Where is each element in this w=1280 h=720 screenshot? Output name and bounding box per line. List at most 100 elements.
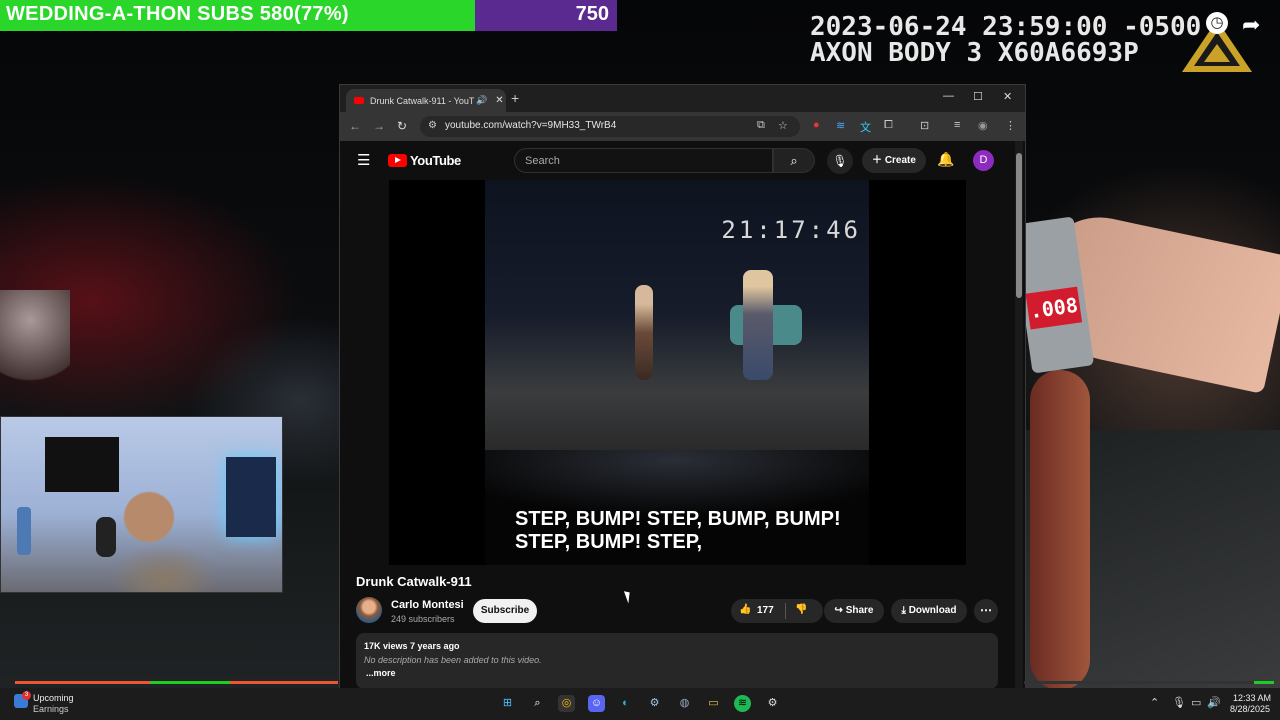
subs-goal-target: 750 xyxy=(575,3,609,25)
browser-menu-icon[interactable]: ⋮ xyxy=(1005,119,1016,132)
create-label: Create xyxy=(884,155,916,166)
caption-line-2: STEP, BUMP! STEP, xyxy=(515,531,703,553)
profile-icon[interactable]: ◉ xyxy=(978,119,988,132)
account-avatar[interactable]: D xyxy=(973,150,994,171)
tab-search-icon[interactable]: ⊡ xyxy=(920,119,929,132)
scrollbar-thumb[interactable] xyxy=(1016,153,1022,298)
clock-icon[interactable]: ◷ xyxy=(1206,12,1228,34)
widget-title[interactable]: Upcoming xyxy=(33,693,74,703)
description-more-link[interactable]: ...more xyxy=(366,668,396,678)
like-count[interactable]: 177 xyxy=(757,605,774,616)
tab-bar: Drunk Catwalk-911 - YouTube 🔊 ✕ + — ☐ ✕ xyxy=(340,85,1025,112)
bodycam-datetime: 2023-06-24 23:59:00 -0500 xyxy=(810,12,1202,42)
stream-progress-left xyxy=(15,681,338,684)
tab-youtube[interactable]: Drunk Catwalk-911 - YouTube 🔊 ✕ xyxy=(346,89,506,112)
plus-icon: ＋ xyxy=(872,155,885,166)
youtube-wordmark: YouTube xyxy=(410,153,461,168)
taskbar-search-icon[interactable]: ⌕ xyxy=(529,695,546,712)
description-box[interactable]: 17K views 7 years ago No description has… xyxy=(356,633,998,689)
widget-subtitle[interactable]: Earnings xyxy=(33,704,69,714)
extension-translate-icon[interactable]: 文 xyxy=(860,119,871,135)
stream-progress-right xyxy=(1024,681,1274,684)
site-info-icon[interactable]: ⚙ xyxy=(428,120,437,131)
bodycam-device-id: AXON BODY 3 X60A6693P xyxy=(810,38,1139,68)
subs-goal-text: WEDDING-A-THON SUBS 580(77%) xyxy=(6,3,349,25)
maximize-icon[interactable]: ☐ xyxy=(973,90,983,103)
channel-avatar[interactable] xyxy=(356,597,382,623)
video-frame: 21:17:46 STEP, BUMP! STEP, BUMP, BUMP! S… xyxy=(485,180,869,565)
create-button[interactable]: ＋ Create xyxy=(862,148,926,173)
share-label: Share xyxy=(845,605,874,616)
streamer-webcam xyxy=(0,416,283,593)
hamburger-menu-icon[interactable]: ☰ xyxy=(357,151,370,169)
file-explorer-icon[interactable]: ▭ xyxy=(705,695,722,712)
tray-volume-icon[interactable]: 🔊 xyxy=(1207,696,1221,709)
webcam-microphone xyxy=(96,517,116,557)
new-tab-button[interactable]: + xyxy=(511,90,519,106)
caption-line-1: STEP, BUMP! STEP, BUMP, BUMP! xyxy=(515,508,841,530)
extension-red-icon[interactable]: ● xyxy=(813,119,820,131)
views-and-date: 17K views 7 years ago xyxy=(364,641,460,651)
webcam-bottle xyxy=(17,507,31,555)
download-label: Download xyxy=(908,605,957,616)
steam-icon[interactable]: ⚙ xyxy=(646,695,663,712)
youtube-page: ☰ YouTube Search ⌕ 🎙 ＋ Create 🔔 D 21:17:… xyxy=(340,141,1025,689)
share-button[interactable]: ↪ Share xyxy=(824,599,884,623)
window-close-icon[interactable]: ✕ xyxy=(1003,90,1012,103)
youtube-play-icon xyxy=(388,154,407,167)
speaker-icon[interactable]: 🔊 xyxy=(476,95,487,106)
tray-chevron-icon[interactable]: ⌃ xyxy=(1150,696,1159,709)
tray-mic-icon[interactable]: 🎙 xyxy=(1172,696,1186,709)
video-person-man xyxy=(743,270,773,380)
video-player[interactable]: 21:17:46 STEP, BUMP! STEP, BUMP, BUMP! S… xyxy=(389,180,966,565)
webcam-streamer xyxy=(109,479,219,592)
subscribe-button[interactable]: Subscribe xyxy=(473,599,537,623)
reading-list-icon[interactable]: ≡ xyxy=(954,119,960,131)
channel-name[interactable]: Carlo Montesi xyxy=(391,599,464,611)
webcam-shelf xyxy=(226,457,276,537)
reload-icon[interactable]: ↻ xyxy=(397,119,407,133)
tray-monitor-icon[interactable]: ▭ xyxy=(1191,696,1201,709)
officer-leg xyxy=(1030,370,1090,690)
download-icon: ⤓ xyxy=(901,605,909,616)
app-settings-icon[interactable]: ⚙ xyxy=(764,695,781,712)
search-button[interactable]: ⌕ xyxy=(773,148,815,173)
taskbar-date[interactable]: 8/28/2025 xyxy=(1230,704,1270,714)
widget-badge: 3 xyxy=(22,691,31,700)
forward-arrow-icon[interactable]: → xyxy=(373,119,385,133)
extensions-puzzle-icon[interactable]: ⧠ xyxy=(884,119,893,132)
bookmark-star-icon[interactable]: ☆ xyxy=(778,119,788,132)
youtube-favicon-icon xyxy=(354,97,364,104)
browser-window: Drunk Catwalk-911 - YouTube 🔊 ✕ + — ☐ ✕ … xyxy=(339,84,1026,690)
youtube-logo[interactable]: YouTube xyxy=(388,153,461,168)
app-globe-icon[interactable]: ◍ xyxy=(676,695,693,712)
stream-progress-right-green xyxy=(1254,681,1274,684)
back-arrow-icon[interactable]: ← xyxy=(349,119,361,133)
microphone-icon: 🎙 xyxy=(832,154,848,168)
page-scrollbar[interactable] xyxy=(1015,141,1023,689)
chrome-icon[interactable]: ◎ xyxy=(558,695,575,712)
subs-goal-bar: WEDDING-A-THON SUBS 580(77%) 750 xyxy=(0,0,617,31)
video-dashcam-timestamp: 21:17:46 xyxy=(721,216,861,244)
like-thumb-icon[interactable]: 👍 xyxy=(739,604,751,615)
search-input[interactable]: Search xyxy=(514,148,773,173)
more-actions-button[interactable]: ⋯ xyxy=(974,599,998,623)
download-button[interactable]: ⤓ Download xyxy=(891,599,967,623)
extension-wave-icon[interactable]: ≋ xyxy=(836,119,845,132)
taskbar-time[interactable]: 12:33 AM xyxy=(1233,693,1271,703)
share-arrow-icon[interactable]: ➦ xyxy=(1242,12,1260,38)
search-icon: ⌕ xyxy=(790,153,798,168)
minimize-icon[interactable]: — xyxy=(943,90,954,102)
install-app-icon[interactable]: ⧉ xyxy=(757,119,765,132)
dislike-thumb-icon[interactable]: 👎 xyxy=(795,604,807,615)
address-bar[interactable]: ⚙ youtube.com/watch?v=9MH33_TWrB4 ⧉ ☆ xyxy=(420,116,800,137)
tab-close-icon[interactable]: ✕ xyxy=(495,95,503,106)
channel-subscriber-count: 249 subscribers xyxy=(391,614,455,624)
notifications-bell-icon[interactable]: 🔔 xyxy=(937,151,954,168)
like-divider xyxy=(785,603,786,619)
windows-start-icon[interactable]: ⊞ xyxy=(499,695,516,712)
voice-search-button[interactable]: 🎙 xyxy=(827,148,853,174)
discord-icon[interactable]: ☺ xyxy=(588,695,605,712)
edge-icon[interactable]: ◐ xyxy=(617,695,634,712)
spotify-icon[interactable]: ≋ xyxy=(734,695,751,712)
